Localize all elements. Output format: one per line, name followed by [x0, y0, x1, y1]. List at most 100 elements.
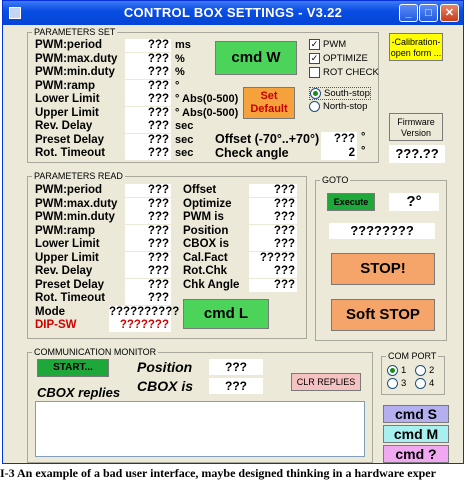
cbox-is-value: ??? [209, 378, 263, 394]
param-set-label: Upper Limit [35, 106, 99, 119]
com-port-3-radio[interactable]: 3 [387, 378, 406, 389]
param-set-label: PWM:period [35, 39, 103, 51]
com-port-2-radio[interactable]: 2 [415, 365, 434, 376]
param-set-input[interactable]: ??? [125, 147, 171, 160]
param-read-value: ??? [125, 251, 171, 265]
param-read-label: Rot. Timeout [35, 292, 106, 304]
param-read-label: Optimize [183, 197, 232, 210]
north-stop-radio[interactable]: North-stop [309, 101, 367, 112]
param-set-unit: ° Abs(0-500) [175, 93, 239, 105]
check-angle-unit: ° [361, 145, 366, 157]
execute-button[interactable]: Execute [327, 193, 375, 211]
radio-selected-icon [387, 365, 398, 376]
param-set-label: Lower Limit [35, 93, 100, 105]
param-read-label: Rev. Delay [35, 265, 93, 277]
cmd-s-button[interactable]: cmd S [383, 405, 449, 423]
firmware-version-button[interactable]: Firmware Version [389, 113, 443, 141]
start-button[interactable]: START... [37, 359, 109, 377]
param-read-label: Cal.Fact [183, 251, 228, 264]
com-port-1-radio[interactable]: 1 [387, 365, 406, 376]
param-set-input[interactable]: ??? [125, 66, 171, 79]
replies-textarea[interactable] [35, 401, 365, 457]
parameters-set-legend: PARAMETERS SET [34, 27, 116, 37]
param-set-label: PWM:ramp [35, 79, 96, 92]
offset-label: Offset (-70°..+70°) [215, 132, 320, 146]
param-set-input[interactable]: ??? [125, 106, 171, 120]
param-read-value: ?????????? [109, 305, 180, 319]
clr-replies-button[interactable]: CLR REPLIES [291, 373, 361, 391]
cbox-is-label: CBOX is [137, 378, 194, 394]
param-set-label: Preset Delay [35, 133, 105, 146]
title-bar[interactable]: CONTROL BOX SETTINGS - V3.22 _ □ ✕ [3, 1, 463, 25]
optimize-checkbox[interactable]: ✓ OPTIMIZE [309, 53, 368, 64]
goto-status-value: ???????? [329, 223, 435, 239]
goto-angle-input[interactable]: ?° [389, 193, 439, 211]
param-read-value: ??? [125, 211, 171, 224]
param-read-value: ????? [249, 251, 297, 265]
check-angle-input[interactable]: 2 [321, 146, 357, 160]
param-read-value: ??? [125, 265, 171, 278]
window-title: CONTROL BOX SETTINGS - V3.22 [123, 5, 343, 20]
com-port-4-radio[interactable]: 4 [415, 378, 434, 389]
minimize-button[interactable]: _ [399, 4, 418, 22]
param-read-label: Upper Limit [35, 251, 99, 264]
param-set-unit: sec [175, 133, 194, 146]
radio-icon [309, 101, 320, 112]
param-set-label: Rot. Timeout [35, 147, 106, 159]
param-read-value: ??? [249, 211, 297, 224]
rot-check-checkbox[interactable]: ROT CHECK [309, 67, 379, 78]
param-read-value: ??? [249, 278, 297, 292]
cmd-l-button[interactable]: cmd L [183, 299, 269, 329]
param-read-label: PWM:min.duty [35, 211, 115, 223]
set-default-button[interactable]: Set Default [243, 87, 295, 119]
param-set-input[interactable]: ??? [125, 79, 171, 93]
soft-stop-button[interactable]: Soft STOP [331, 299, 435, 331]
radio-icon [415, 378, 426, 389]
param-set-unit: ° [175, 79, 180, 92]
param-set-unit: % [175, 66, 185, 78]
param-set-input[interactable]: ??? [125, 52, 171, 66]
cmd-query-button[interactable]: cmd ? [383, 445, 449, 463]
south-stop-radio[interactable]: South-stop [309, 87, 371, 100]
cbox-replies-label: CBOX replies [37, 385, 121, 400]
position-value: ??? [209, 359, 263, 375]
calibration-button[interactable]: -Calibration- open form ... [389, 33, 443, 61]
param-set-label: PWM:min.duty [35, 66, 115, 78]
position-label: Position [137, 359, 193, 375]
offset-input[interactable]: ??? [321, 132, 357, 146]
param-set-input[interactable]: ??? [125, 39, 171, 52]
firmware-version-value: ???.?? [389, 145, 445, 163]
param-read-value: ??? [125, 292, 171, 305]
param-read-value: ??? [125, 184, 171, 197]
param-read-value: ??????? [109, 319, 171, 332]
param-read-label: Lower Limit [35, 238, 100, 250]
parameters-read-legend: PARAMETERS READ [34, 171, 123, 181]
unchecked-box-icon [309, 67, 320, 78]
param-set-label: Rev. Delay [35, 120, 93, 132]
param-read-value: ??? [249, 238, 297, 251]
goto-legend: GOTO [322, 175, 349, 185]
param-read-value: ??? [125, 278, 171, 292]
cmd-m-button[interactable]: cmd M [383, 425, 449, 443]
param-set-unit: sec [175, 120, 194, 132]
stop-button[interactable]: STOP! [331, 253, 435, 285]
maximize-button[interactable]: □ [419, 4, 438, 22]
param-read-label: Preset Delay [35, 278, 105, 291]
param-read-label: Rot.Chk [183, 265, 228, 277]
param-set-input[interactable]: ??? [125, 120, 171, 133]
radio-icon [387, 378, 398, 389]
param-read-value: ??? [125, 224, 171, 238]
close-button[interactable]: ✕ [440, 4, 459, 22]
param-read-value: ??? [249, 184, 297, 197]
check-icon: ✓ [309, 53, 320, 64]
check-angle-label: Check angle [215, 146, 289, 160]
control-box-window: CONTROL BOX SETTINGS - V3.22 _ □ ✕ PARAM… [2, 0, 464, 464]
param-set-input[interactable]: ??? [125, 133, 171, 147]
param-read-label: CBOX is [183, 238, 230, 250]
cmd-w-button[interactable]: cmd W [215, 41, 297, 75]
param-set-unit: ms [175, 39, 191, 51]
param-set-unit: sec [175, 147, 194, 159]
param-set-input[interactable]: ??? [125, 93, 171, 106]
pwm-checkbox[interactable]: ✓ PWM [309, 39, 346, 50]
param-set-label: PWM:max.duty [35, 52, 118, 65]
